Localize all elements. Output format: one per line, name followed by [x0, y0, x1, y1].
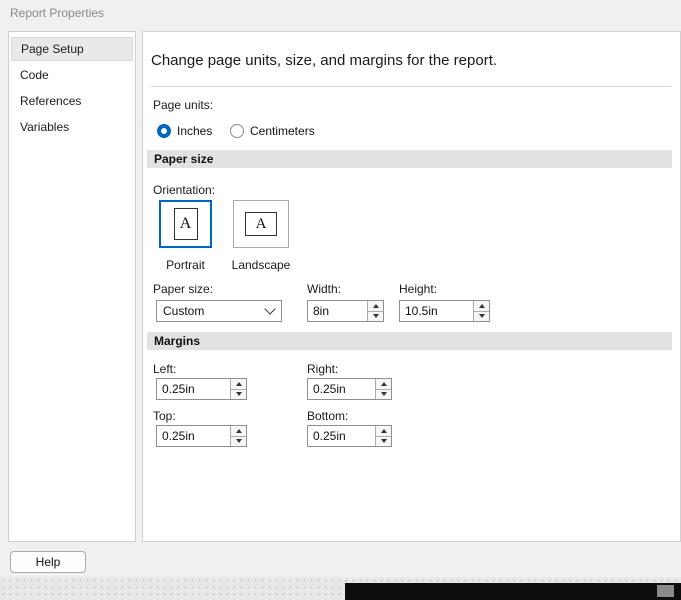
bottom-margin-label: Bottom: [307, 409, 349, 423]
spin-down-button[interactable] [368, 311, 383, 321]
margins-section-header: Margins [147, 332, 672, 350]
arrow-down-icon [380, 439, 387, 444]
bottom-margin-spinner[interactable] [307, 425, 392, 447]
paper-size-section-header: Paper size [147, 150, 672, 168]
arrow-up-icon [380, 428, 387, 433]
landscape-icon-letter: A [255, 215, 267, 232]
spin-down-button[interactable] [231, 436, 246, 446]
right-margin-spinner[interactable] [307, 378, 392, 400]
spin-up-button[interactable] [376, 426, 391, 437]
paper-size-label: Paper size: [153, 282, 214, 296]
spin-up-button[interactable] [376, 379, 391, 390]
spin-buttons [367, 301, 383, 321]
main-panel: Change page units, size, and margins for… [142, 31, 681, 542]
sidebar-item-references[interactable]: References [11, 89, 133, 113]
top-margin-input[interactable] [157, 426, 230, 446]
spin-up-button[interactable] [231, 426, 246, 437]
scrollbar-thumb[interactable] [657, 585, 674, 597]
portrait-button[interactable]: A [159, 200, 212, 248]
spin-up-button[interactable] [231, 379, 246, 390]
height-spinner[interactable] [399, 300, 490, 322]
radio-centimeters-label: Centimeters [250, 124, 315, 138]
spin-up-button[interactable] [368, 301, 383, 312]
spin-down-button[interactable] [474, 311, 489, 321]
right-margin-label: Right: [307, 362, 339, 376]
width-spinner[interactable] [307, 300, 384, 322]
top-margin-label: Top: [153, 409, 176, 423]
radio-selected-icon[interactable] [157, 124, 171, 138]
landscape-label: Landscape [231, 258, 291, 272]
background-dark-bar [345, 583, 681, 600]
width-input[interactable] [308, 301, 367, 321]
spin-buttons [473, 301, 489, 321]
radio-centimeters[interactable]: Centimeters [230, 124, 315, 138]
header-divider [151, 86, 671, 87]
top-margin-spinner[interactable] [156, 425, 247, 447]
orientation-label: Orientation: [153, 183, 216, 197]
arrow-down-icon [372, 314, 379, 319]
width-label: Width: [307, 282, 342, 296]
arrow-up-icon [235, 428, 242, 433]
arrow-down-icon [235, 392, 242, 397]
arrow-down-icon [380, 392, 387, 397]
right-margin-input[interactable] [308, 379, 375, 399]
portrait-label: Portrait [166, 258, 205, 272]
spin-buttons [230, 426, 246, 446]
spin-down-button[interactable] [376, 389, 391, 399]
sidebar-item-code[interactable]: Code [11, 63, 133, 87]
spin-up-button[interactable] [474, 301, 489, 312]
arrow-up-icon [478, 303, 485, 308]
height-input[interactable] [400, 301, 473, 321]
sidebar-item-page-setup[interactable]: Page Setup [11, 37, 133, 61]
page-description: Change page units, size, and margins for… [151, 52, 498, 69]
arrow-down-icon [478, 314, 485, 319]
dialog-title: Report Properties [10, 6, 105, 20]
sidebar: Page Setup Code References Variables [8, 31, 136, 542]
spin-buttons [230, 379, 246, 399]
chevron-down-icon [264, 303, 276, 315]
spin-down-button[interactable] [376, 436, 391, 446]
paper-size-value: Custom [163, 304, 205, 318]
landscape-page-icon: A [245, 212, 277, 236]
spin-buttons [375, 379, 391, 399]
arrow-up-icon [372, 303, 379, 308]
spin-buttons [375, 426, 391, 446]
page-units-label: Page units: [153, 98, 214, 112]
height-label: Height: [399, 282, 438, 296]
bottom-margin-input[interactable] [308, 426, 375, 446]
portrait-icon-letter: A [179, 215, 192, 232]
left-margin-spinner[interactable] [156, 378, 247, 400]
landscape-button[interactable]: A [233, 200, 289, 248]
paper-size-dropdown[interactable]: Custom [156, 300, 282, 322]
left-margin-label: Left: [153, 362, 177, 376]
sidebar-item-variables[interactable]: Variables [11, 115, 133, 139]
radio-unselected-icon[interactable] [230, 124, 244, 138]
help-button[interactable]: Help [10, 551, 86, 573]
arrow-down-icon [235, 439, 242, 444]
arrow-up-icon [380, 381, 387, 386]
spin-down-button[interactable] [231, 389, 246, 399]
portrait-page-icon: A [173, 208, 198, 240]
radio-inches-label: Inches [177, 124, 213, 138]
left-margin-input[interactable] [157, 379, 230, 399]
arrow-up-icon [235, 381, 242, 386]
radio-inches[interactable]: Inches [157, 124, 212, 138]
